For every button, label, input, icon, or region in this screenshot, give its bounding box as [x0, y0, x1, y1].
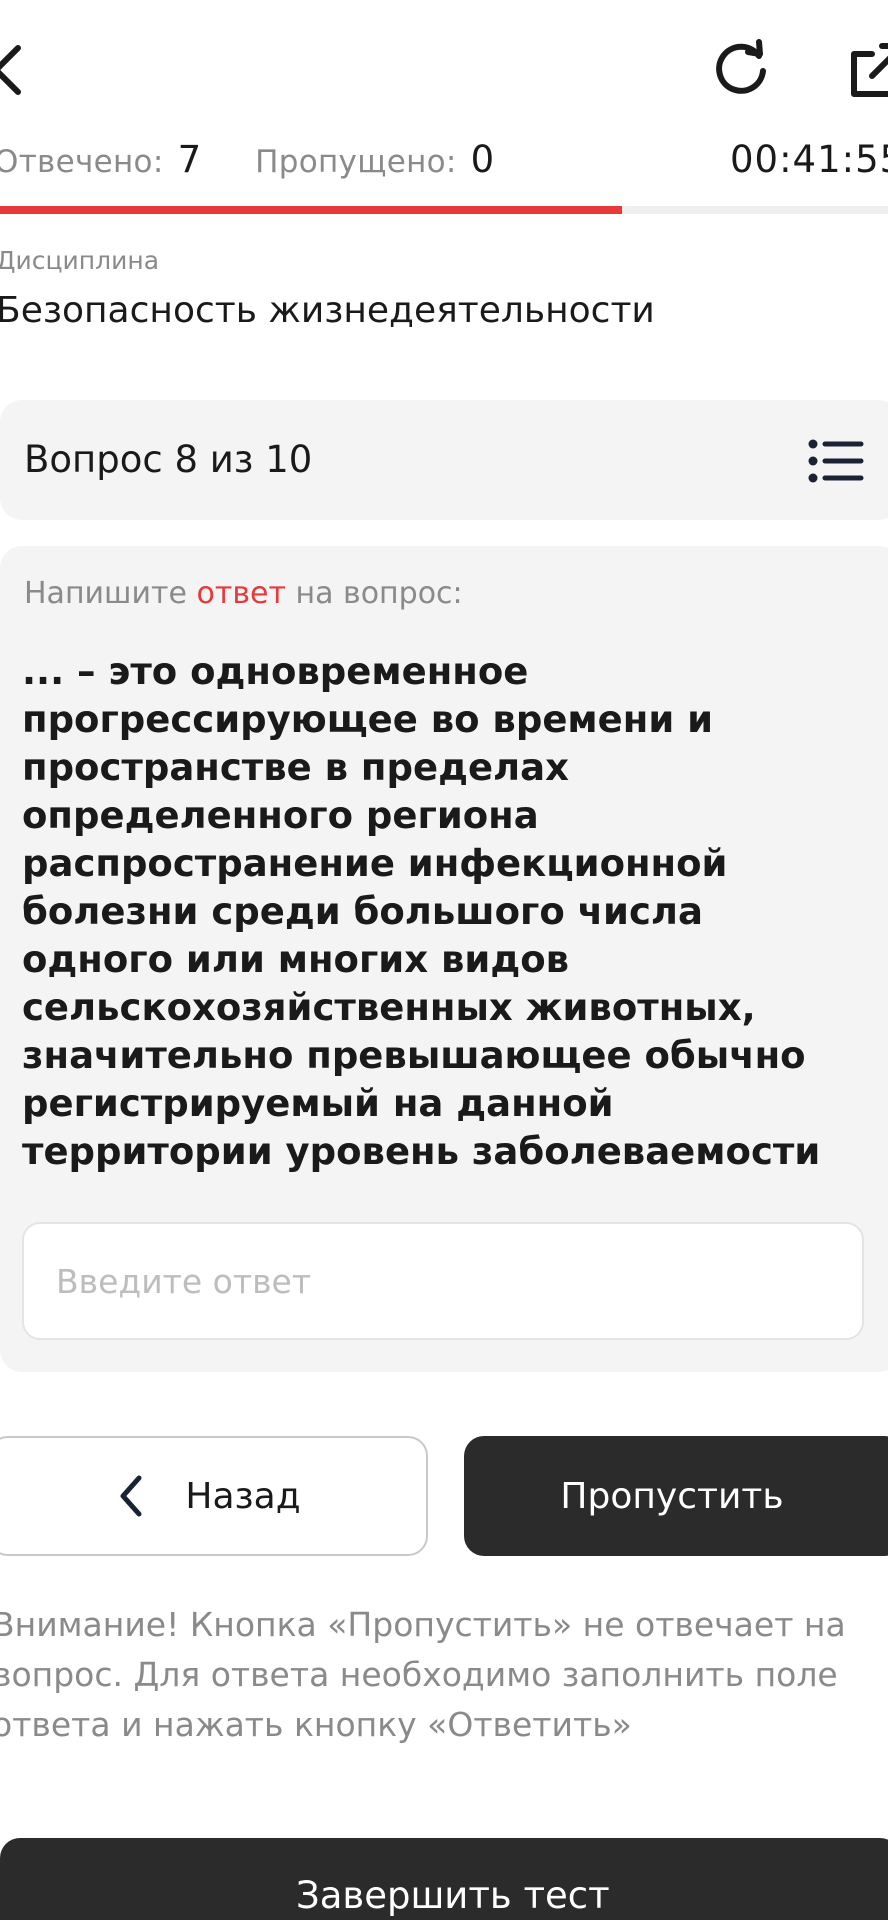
back-button[interactable]: Назад [0, 1436, 428, 1556]
skipped-count: 0 [470, 138, 495, 181]
back-button-label: Назад [185, 1475, 301, 1517]
stats-row: Отвечено: 7 Пропущено: 0 [0, 138, 494, 188]
skip-button[interactable]: Пропустить [464, 1436, 888, 1556]
discipline-caption: Дисциплина [0, 246, 160, 275]
refresh-icon[interactable] [712, 38, 770, 96]
prompt-accent: ответ [196, 576, 286, 611]
answered-count: 7 [177, 138, 202, 181]
prompt-prefix: Напишите [24, 576, 197, 611]
progress-bar [0, 206, 888, 214]
skip-button-label: Пропустить [560, 1475, 784, 1517]
chevron-left-icon[interactable] [0, 40, 26, 100]
progress-fill [0, 206, 622, 214]
skipped-label: Пропущено: [255, 144, 457, 180]
test-page: Отвечено: 7 Пропущено: 0 00:41:55 Дисцип… [0, 0, 888, 1920]
skip-notice: Внимание! Кнопка «Пропустить» не отвечае… [0, 1605, 846, 1744]
question-header: Вопрос 8 из 10 [0, 400, 888, 520]
answer-input[interactable] [22, 1222, 864, 1340]
timer: 00:41:55 [730, 138, 888, 181]
prompt-suffix: на вопрос: [285, 576, 463, 611]
finish-button-label: Завершить тест [296, 1874, 610, 1917]
question-card: Напишите ответ на вопрос: ... – это одно… [0, 546, 888, 1372]
list-icon[interactable] [808, 438, 864, 484]
question-prompt: Напишите ответ на вопрос: [24, 576, 463, 611]
external-link-icon[interactable] [846, 40, 888, 100]
discipline-title: Безопасность жизнедеятельности [0, 290, 655, 331]
question-counter: Вопрос 8 из 10 [24, 438, 313, 481]
question-text: ... – это одновременное прогрессирующее … [22, 650, 821, 1173]
chevron-left-icon [120, 1475, 142, 1517]
answered-label: Отвечено: [0, 144, 164, 180]
finish-test-button[interactable]: Завершить тест [0, 1838, 888, 1920]
top-bar [0, 0, 888, 140]
